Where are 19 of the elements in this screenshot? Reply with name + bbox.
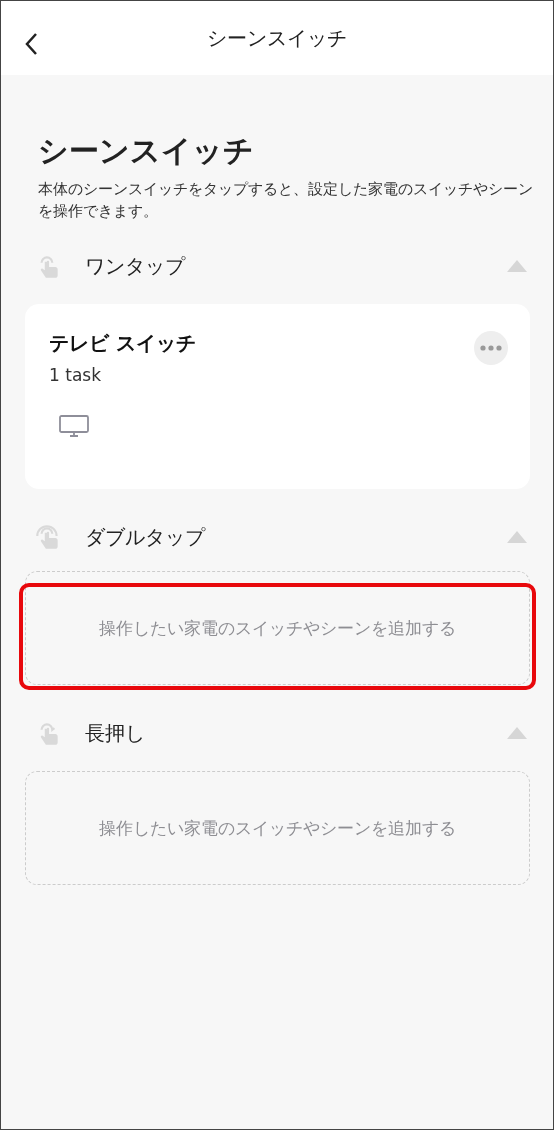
- section-label: 長押し: [85, 719, 146, 747]
- collapse-caret-icon[interactable]: [506, 530, 528, 544]
- section-label: ワンタップ: [85, 252, 187, 280]
- task-count: 1 task: [49, 365, 102, 385]
- add-task-area[interactable]: 操作したい家電のスイッチやシーンを追加する: [25, 771, 530, 885]
- page-description: 本体のシーンスイッチをタップすると、設定した家電のスイッチやシーンを操作できます。: [38, 179, 534, 221]
- more-dots-icon: [480, 345, 502, 351]
- page-title: シーンスイッチ: [38, 132, 255, 170]
- task-title: テレビ スイッチ: [49, 330, 197, 357]
- more-button[interactable]: [474, 331, 508, 365]
- monitor-icon: [59, 415, 89, 437]
- section-label: ダブルタップ: [85, 523, 207, 551]
- collapse-caret-icon[interactable]: [506, 726, 528, 740]
- collapse-caret-icon[interactable]: [506, 259, 528, 273]
- add-task-hint: 操作したい家電のスイッチやシーンを追加する: [99, 616, 456, 640]
- task-card[interactable]: テレビ スイッチ 1 task: [25, 304, 530, 489]
- back-chevron-icon: [24, 32, 38, 56]
- add-task-hint: 操作したい家電のスイッチやシーンを追加する: [99, 816, 456, 840]
- header-title: シーンスイッチ: [207, 24, 347, 52]
